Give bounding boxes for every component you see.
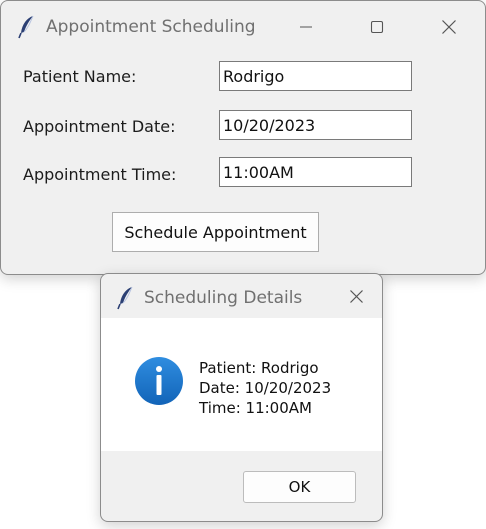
- dialog-message-area: Patient: Rodrigo Date: 10/20/2023 Time: …: [101, 318, 382, 451]
- dialog-title: Scheduling Details: [144, 288, 303, 308]
- window-title: Appointment Scheduling: [46, 17, 256, 37]
- appointment-time-label: Appointment Time:: [23, 165, 177, 184]
- dialog-title-bar[interactable]: Scheduling Details: [101, 274, 382, 318]
- appointment-date-label: Appointment Date:: [23, 117, 176, 136]
- info-icon: [135, 357, 183, 405]
- message-line-date: Date: 10/20/2023: [199, 379, 332, 397]
- appointment-time-input[interactable]: [219, 157, 412, 187]
- message-line-time: Time: 11:00AM: [199, 399, 312, 417]
- patient-name-label: Patient Name:: [23, 67, 137, 86]
- maximize-icon: [370, 20, 384, 34]
- maximize-button[interactable]: [354, 1, 400, 53]
- close-icon: [349, 289, 363, 303]
- patient-name-input[interactable]: [219, 61, 412, 91]
- minimize-icon: [300, 26, 312, 28]
- dialog-close-button[interactable]: [334, 274, 378, 318]
- minimize-button[interactable]: [283, 1, 329, 53]
- message-line-patient: Patient: Rodrigo: [199, 359, 319, 377]
- appointment-date-input[interactable]: [219, 110, 412, 140]
- appointment-window: Appointment Scheduling Patient Name: App…: [0, 0, 486, 275]
- scheduling-details-dialog: Scheduling Details Patient: Rodrigo Date…: [100, 273, 383, 522]
- message-text: Patient: Rodrigo Date: 10/20/2023 Time: …: [199, 358, 331, 418]
- feather-icon: [117, 286, 133, 310]
- close-icon: [442, 20, 456, 34]
- close-button[interactable]: [426, 1, 472, 53]
- feather-icon: [18, 15, 34, 39]
- schedule-appointment-button[interactable]: Schedule Appointment: [112, 212, 319, 252]
- ok-button[interactable]: OK: [243, 471, 356, 503]
- title-bar[interactable]: Appointment Scheduling: [1, 1, 485, 53]
